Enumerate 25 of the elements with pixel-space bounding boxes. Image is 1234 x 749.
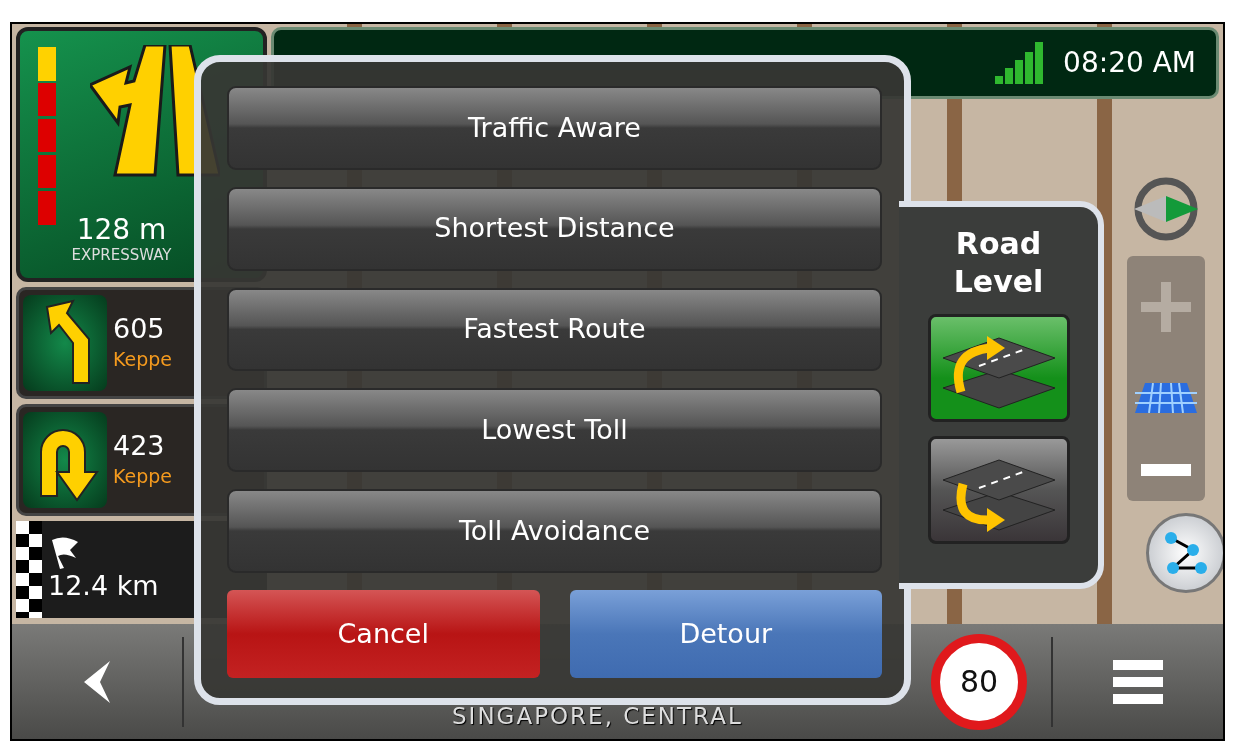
- street-name: Keppe: [113, 346, 172, 372]
- destination-distance: 12.4 km: [48, 570, 159, 603]
- maneuver-distance: 423: [113, 429, 166, 462]
- zoom-out-icon[interactable]: [1140, 463, 1191, 476]
- route-option-button[interactable]: Traffic Aware: [227, 86, 882, 170]
- clock-time: 08:20 AM: [1063, 45, 1196, 81]
- route-option-button[interactable]: Lowest Toll: [227, 388, 882, 473]
- route-option-button[interactable]: Fastest Route: [227, 287, 882, 372]
- maneuver-distance: 605: [113, 312, 166, 345]
- route-option-button[interactable]: Shortest Distance: [227, 186, 882, 271]
- lane-progress-icon: [38, 47, 56, 227]
- road-level-button[interactable]: [927, 436, 1070, 544]
- speed-limit-sign: 80: [931, 633, 1027, 730]
- panel-title: Road Level: [952, 225, 1045, 300]
- maneuver-distance: 128 m: [76, 215, 167, 244]
- street-name: Keppe: [113, 463, 172, 489]
- road-type-label: EXPRESSWAY: [71, 244, 172, 266]
- detour-button[interactable]: Detour: [569, 590, 882, 678]
- location-label: SINGAPORE, CENTRAL: [452, 701, 743, 731]
- road-level-button[interactable]: [927, 314, 1070, 422]
- menu-icon: [1113, 659, 1163, 704]
- perspective-grid-icon[interactable]: [1134, 382, 1197, 413]
- cancel-button[interactable]: Cancel: [227, 590, 540, 678]
- route-option-button[interactable]: Toll Avoidance: [227, 489, 882, 573]
- signal-strength-icon: [995, 42, 1046, 84]
